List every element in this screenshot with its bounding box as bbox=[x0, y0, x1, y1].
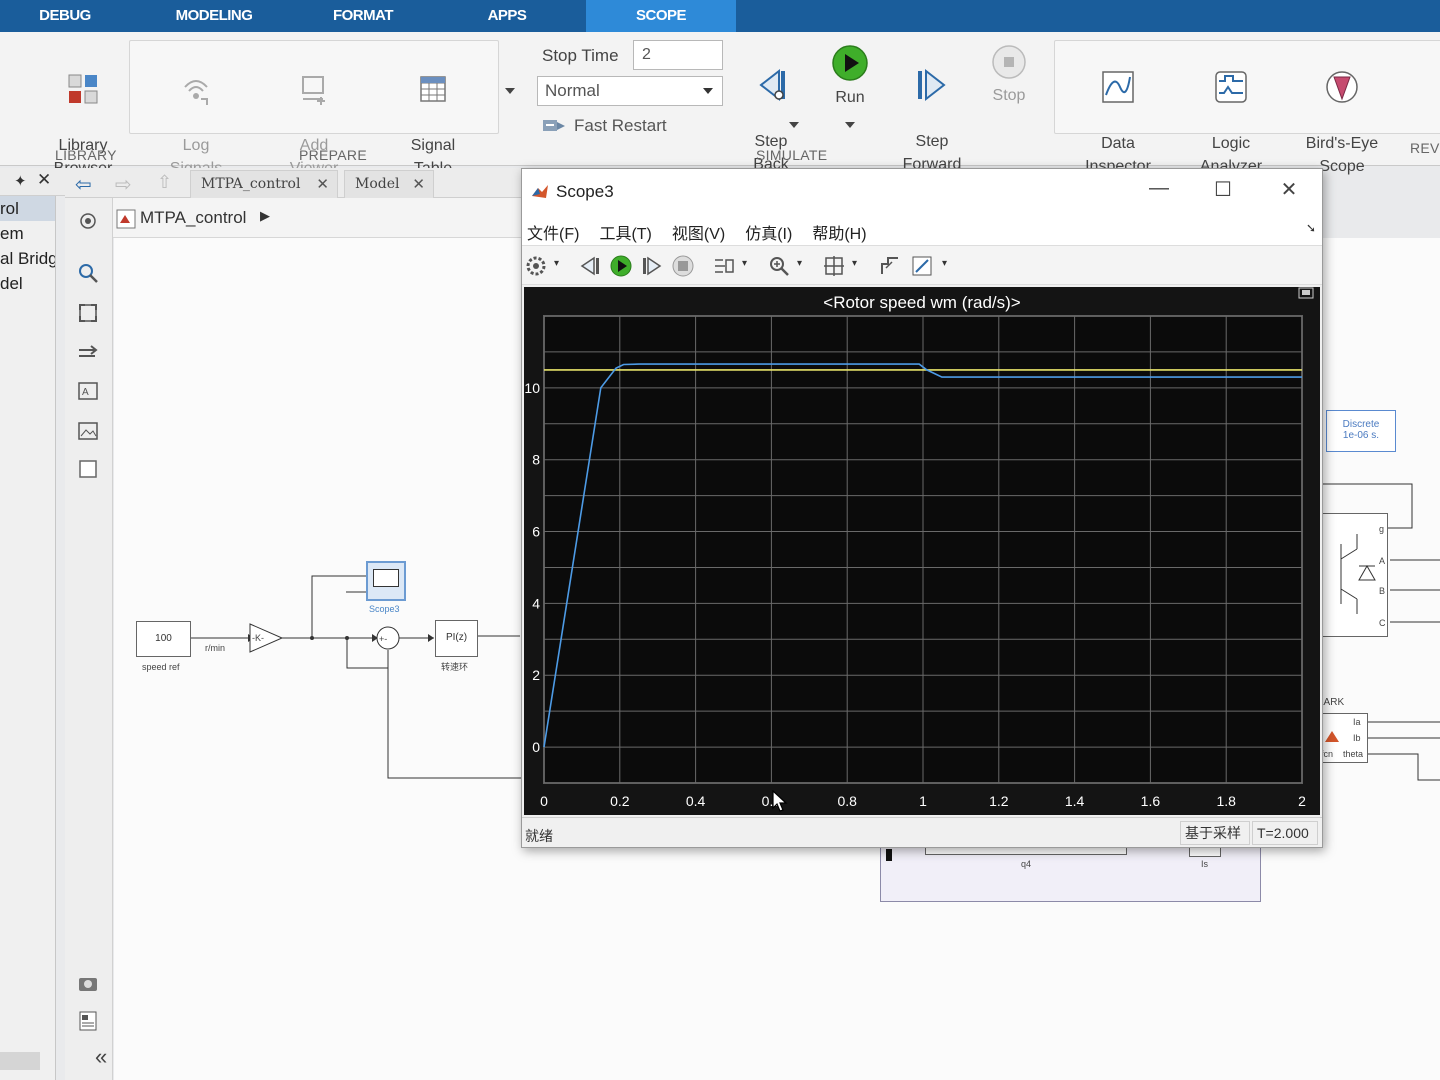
cursor-measurements-icon[interactable] bbox=[910, 254, 934, 278]
powergui-line1: Discrete bbox=[1342, 419, 1380, 430]
gear-icon[interactable] bbox=[524, 254, 548, 278]
gain-label: -K- bbox=[252, 633, 264, 643]
menu-tools[interactable]: 工具(T) bbox=[599, 215, 661, 245]
step-forward-icon[interactable] bbox=[640, 254, 664, 278]
matlab-function-icon bbox=[1325, 731, 1339, 742]
trigger-icon[interactable] bbox=[878, 254, 902, 278]
bridge-port-c: C bbox=[1379, 618, 1386, 628]
scope-window[interactable]: Scope3 — ☐ ✕ 文件(F) 工具(T) 视图(V) 仿真(I) 帮助(… bbox=[521, 168, 1323, 848]
scope-status-bar: 就绪 基于采样 T=2.000 bbox=[522, 817, 1322, 847]
mouse-cursor-icon bbox=[772, 790, 788, 812]
highlight-block-icon[interactable] bbox=[712, 254, 736, 278]
sum-signs: +- bbox=[379, 634, 388, 644]
speed-ref-constant[interactable]: 100 bbox=[136, 621, 191, 657]
close-icon[interactable]: ✕ bbox=[1274, 177, 1304, 202]
stop-icon[interactable] bbox=[671, 254, 695, 278]
x-tick-label: 1.4 bbox=[1065, 793, 1085, 809]
status-sample-based: 基于采样 bbox=[1180, 821, 1250, 845]
igbt-icon bbox=[1340, 534, 1376, 614]
highlight-dropdown-icon[interactable]: ▾ bbox=[742, 258, 747, 269]
bridge-port-g: g bbox=[1379, 524, 1385, 534]
pi-controller-block[interactable]: PI(z) bbox=[435, 620, 478, 657]
scope3-label: Scope3 bbox=[369, 604, 400, 614]
scope-title: Scope3 bbox=[556, 182, 614, 201]
play-icon[interactable] bbox=[609, 254, 633, 278]
status-time: T=2.000 bbox=[1252, 821, 1318, 845]
menu-view[interactable]: 视图(V) bbox=[672, 215, 735, 245]
scope-plot[interactable]: <Rotor speed wm (rad/s)> 0 0.2 0.4 0.6 0.8 1 1… bbox=[524, 287, 1320, 815]
x-tick-label: 1.2 bbox=[989, 793, 1009, 809]
powergui-line2: 1e-06 s. bbox=[1342, 430, 1380, 441]
autoscale-icon[interactable] bbox=[822, 254, 846, 278]
park-port-theta: theta bbox=[1343, 749, 1364, 759]
park-fcn-block[interactable]: Ia Ib theta fcn bbox=[1318, 713, 1368, 763]
gear-dropdown-icon[interactable]: ▾ bbox=[554, 258, 559, 269]
matlab-icon bbox=[532, 185, 548, 198]
menu-overflow-icon[interactable]: ➘ bbox=[1306, 221, 1316, 235]
x-tick-label: 1 bbox=[919, 793, 927, 809]
subsystem-area[interactable]: q4 Is bbox=[880, 846, 1261, 902]
y-tick-label: 8 bbox=[532, 452, 540, 468]
park-port-ib: Ib bbox=[1353, 733, 1361, 743]
scope-title-bar[interactable]: Scope3 — ☐ ✕ bbox=[522, 169, 1322, 215]
x-tick-label: 0.8 bbox=[837, 793, 857, 809]
scope3-block[interactable] bbox=[366, 561, 406, 601]
speed-ref-label: speed ref bbox=[142, 662, 180, 672]
scope-toolbar: ▾ ▾ ▾ ▾ ▾ bbox=[522, 245, 1322, 285]
line-chart: 0 0.2 0.4 0.6 0.8 1 1.2 1.4 1.6 1.8 20246810 bbox=[524, 315, 1306, 809]
inverter-bridge-block[interactable]: g A B C bbox=[1320, 513, 1388, 637]
x-tick-label: 0 bbox=[540, 793, 548, 809]
scope-menubar: 文件(F) 工具(T) 视图(V) 仿真(I) 帮助(H) ➘ bbox=[522, 215, 1322, 245]
bridge-port-b: B bbox=[1379, 586, 1386, 596]
y-tick-label: 0 bbox=[532, 739, 540, 755]
powergui-block[interactable]: Discrete 1e-06 s. bbox=[1326, 410, 1396, 452]
wire-label: r/min bbox=[205, 643, 225, 653]
x-tick-label: 1.8 bbox=[1216, 793, 1236, 809]
is-label: Is bbox=[1201, 859, 1209, 869]
step-back-icon[interactable] bbox=[578, 254, 602, 278]
y-tick-label: 10 bbox=[524, 380, 540, 396]
park-port-ia: Ia bbox=[1353, 717, 1361, 727]
measurements-dropdown-icon[interactable]: ▾ bbox=[942, 258, 947, 269]
menu-help[interactable]: 帮助(H) bbox=[812, 215, 876, 245]
zoom-icon[interactable] bbox=[767, 254, 791, 278]
menu-file[interactable]: 文件(F) bbox=[527, 215, 589, 245]
minimize-icon[interactable]: — bbox=[1144, 177, 1174, 200]
pi-controller-caption: 转速环 bbox=[441, 662, 469, 672]
x-tick-label: 0.4 bbox=[686, 793, 706, 809]
y-tick-label: 2 bbox=[532, 667, 540, 683]
autoscale-dropdown-icon[interactable]: ▾ bbox=[852, 258, 857, 269]
zoom-dropdown-icon[interactable]: ▾ bbox=[797, 258, 802, 269]
q4-label: q4 bbox=[1021, 859, 1032, 869]
y-tick-label: 4 bbox=[532, 595, 540, 611]
y-tick-label: 6 bbox=[532, 524, 540, 540]
status-ready: 就绪 bbox=[525, 828, 553, 844]
maximize-icon[interactable]: ☐ bbox=[1208, 177, 1238, 202]
x-tick-label: 1.6 bbox=[1141, 793, 1161, 809]
menu-simulation[interactable]: 仿真(I) bbox=[745, 215, 802, 245]
x-tick-label: 2 bbox=[1298, 793, 1306, 809]
bridge-port-a: A bbox=[1379, 556, 1386, 566]
x-tick-label: 0.2 bbox=[610, 793, 630, 809]
